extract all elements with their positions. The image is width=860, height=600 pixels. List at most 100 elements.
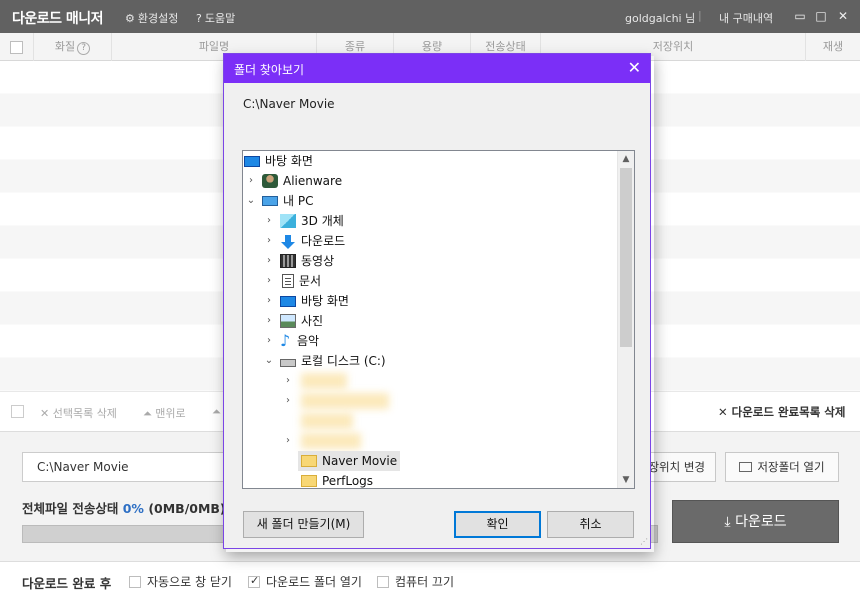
tree-item-naver-movie[interactable]: Naver Movie: [298, 451, 401, 471]
tree-item-label: 음악: [297, 334, 320, 348]
move-up-button[interactable]: ⏶: [212, 405, 221, 419]
tree-item-local-disk[interactable]: ⌄ 로컬 디스크 (C:): [262, 351, 386, 371]
purchase-history-link[interactable]: 내 구매내역: [719, 10, 773, 26]
pictures-icon: [280, 314, 296, 328]
resize-grip-icon[interactable]: ⋰: [640, 537, 648, 546]
tree-item-label: 다운로드: [301, 234, 346, 248]
tree-item-label: Naver Movie: [322, 454, 398, 468]
open-folder-button[interactable]: 저장폴더 열기: [725, 452, 839, 482]
chevron-right-icon[interactable]: ›: [262, 231, 276, 251]
chevron-right-icon[interactable]: ›: [262, 211, 276, 231]
tree-item-blurred[interactable]: ›: [281, 431, 299, 451]
tree-item-label: PerfLogs: [322, 474, 374, 488]
option-auto-close[interactable]: 자동으로 창 닫기: [129, 573, 232, 590]
auto-close-label: 자동으로 창 닫기: [147, 575, 232, 589]
maximize-icon[interactable]: □: [814, 9, 828, 23]
user-icon: [262, 174, 278, 188]
scroll-thumb[interactable]: [620, 168, 632, 347]
chevron-right-icon[interactable]: ›: [281, 371, 295, 391]
selected-highlight: Naver Movie: [298, 451, 401, 471]
tree-item-perflogs[interactable]: PerfLogs: [301, 471, 374, 488]
chevron-right-icon[interactable]: ›: [281, 391, 295, 411]
auto-close-checkbox[interactable]: [129, 575, 141, 588]
delete-completed-button[interactable]: ✕ 다운로드 완료목록 삭제: [718, 404, 845, 420]
cancel-button[interactable]: 취소: [547, 511, 634, 538]
tree-item-this-pc[interactable]: ⌄ 내 PC: [244, 191, 314, 211]
gear-icon: ⚙: [125, 11, 135, 25]
minimize-icon[interactable]: ▭: [793, 9, 807, 23]
tree-item-pictures[interactable]: › 사진: [262, 311, 323, 331]
folder-icon: [739, 462, 753, 472]
blurred-folder: [301, 393, 389, 409]
open-folder-label: 저장폴더 열기: [757, 460, 825, 474]
ok-button[interactable]: 확인: [454, 511, 541, 538]
tree-item-music[interactable]: › ♪ 음악: [262, 331, 319, 351]
drive-icon: [280, 359, 296, 367]
close-icon[interactable]: ✕: [836, 9, 850, 23]
footer-bar: 다운로드 완료 후 자동으로 창 닫기 다운로드 폴더 열기 컴퓨터 끄기: [0, 561, 860, 600]
chevron-right-icon[interactable]: ›: [262, 331, 276, 351]
3d-objects-icon: [280, 214, 296, 228]
tree-item-alienware[interactable]: › Alienware: [244, 171, 342, 191]
tree-item-3d-objects[interactable]: › 3D 개체: [262, 211, 344, 231]
download-icon: ⤓: [724, 514, 731, 530]
column-quality[interactable]: 화질?: [34, 33, 112, 61]
shutdown-label: 컴퓨터 끄기: [395, 575, 455, 589]
tree-scrollbar[interactable]: ▲ ▼: [617, 151, 634, 488]
chevron-right-icon[interactable]: ›: [262, 311, 276, 331]
chevron-right-icon[interactable]: ›: [262, 271, 276, 291]
select-all-checkbox[interactable]: [10, 40, 23, 54]
chevron-right-icon[interactable]: ›: [262, 291, 276, 311]
dialog-title-bar: 폴더 찾아보기 ✕: [224, 54, 650, 83]
open-folder-option-label: 다운로드 폴더 열기: [266, 575, 362, 589]
help-icon[interactable]: ?: [77, 42, 91, 55]
folder-icon: [301, 455, 317, 467]
help-label: 도움말: [204, 12, 236, 25]
chevron-right-icon[interactable]: ›: [281, 431, 295, 451]
chevron-down-icon[interactable]: ⌄: [262, 351, 276, 371]
option-shutdown[interactable]: 컴퓨터 끄기: [377, 573, 454, 590]
tree-item-desktop-root[interactable]: 바탕 화면: [244, 151, 313, 171]
tree-item-label: 로컬 디스크 (C:): [301, 354, 386, 368]
tree-item-blurred[interactable]: ›: [281, 391, 299, 411]
tree-item-label: 3D 개체: [301, 214, 344, 228]
chevron-right-icon[interactable]: ›: [262, 251, 276, 271]
scroll-down-icon[interactable]: ▼: [618, 472, 634, 488]
documents-icon: [282, 274, 294, 288]
title-bar: 다운로드 매니저 ⚙ 환경설정 ? 도움말 goldgalchi 님 | 내 구…: [0, 0, 860, 33]
shutdown-checkbox[interactable]: [377, 575, 389, 588]
tree-item-label: 바탕 화면: [265, 154, 313, 168]
settings-menu[interactable]: ⚙ 환경설정: [125, 10, 178, 26]
tree-item-blurred[interactable]: ›: [281, 371, 299, 391]
scroll-up-icon[interactable]: ▲: [618, 151, 634, 167]
help-menu[interactable]: ? 도움말: [196, 10, 235, 26]
user-name: goldgalchi 님: [625, 12, 696, 25]
tree-item-label: 문서: [299, 274, 322, 288]
tree-item-videos[interactable]: › 동영상: [262, 251, 334, 271]
app-title: 다운로드 매니저: [12, 11, 104, 27]
move-top-button[interactable]: ⏶ 맨위로: [143, 405, 186, 421]
tree-item-downloads[interactable]: › 다운로드: [262, 231, 345, 251]
desktop-icon: [244, 156, 260, 167]
tree-item-label: 내 PC: [283, 194, 314, 208]
desktop-icon: [280, 296, 296, 307]
option-open-folder[interactable]: 다운로드 폴더 열기: [248, 573, 362, 590]
toolbar-select-checkbox[interactable]: [11, 405, 24, 418]
chevron-right-icon[interactable]: ›: [244, 171, 258, 191]
download-icon: [280, 234, 296, 249]
delete-selected-button[interactable]: ✕ 선택목록 삭제: [40, 405, 117, 421]
tree-item-documents[interactable]: › 문서: [262, 271, 321, 291]
menu-separator: |: [698, 9, 702, 22]
dialog-title: 폴더 찾아보기: [234, 63, 305, 77]
save-path-field[interactable]: C:\Naver Movie: [22, 452, 242, 482]
chevron-down-icon[interactable]: ⌄: [244, 191, 258, 211]
download-button[interactable]: ⤓ 다운로드: [672, 500, 839, 543]
new-folder-button[interactable]: 새 폴더 만들기(M): [243, 511, 364, 538]
status-size: (0MB/0MB): [148, 501, 226, 516]
tree-item-desktop[interactable]: › 바탕 화면: [262, 291, 349, 311]
dialog-close-icon[interactable]: ✕: [628, 58, 641, 77]
column-play[interactable]: 재생: [806, 33, 860, 61]
folder-tree[interactable]: 바탕 화면 › Alienware ⌄ 내 PC › 3D 개체 › 다운로드 …: [242, 150, 635, 489]
open-folder-checkbox[interactable]: [248, 574, 260, 588]
select-all-cell: [0, 33, 34, 61]
